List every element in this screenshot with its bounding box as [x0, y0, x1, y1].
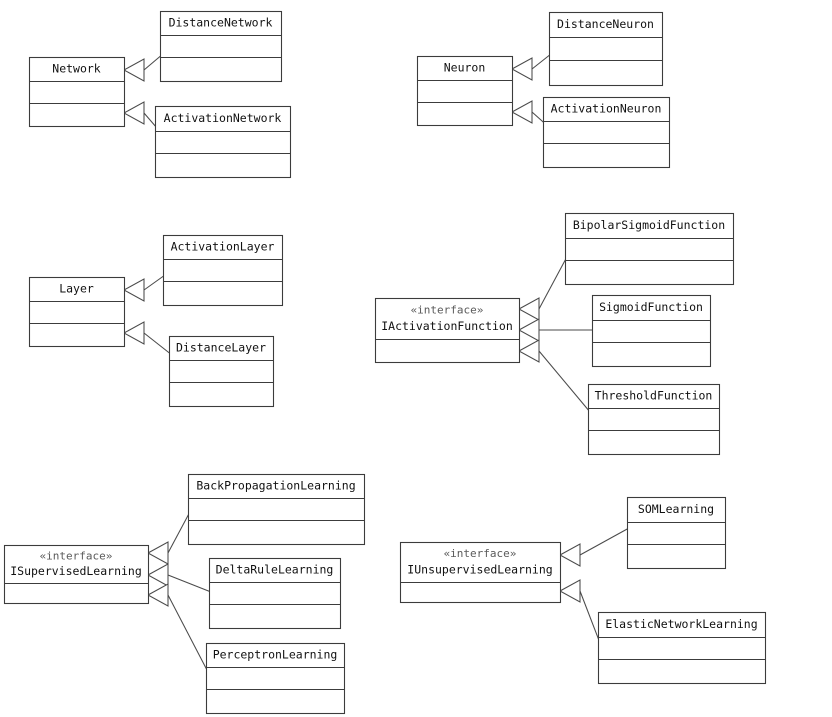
generalization-elastic-network-learning [558, 579, 601, 644]
generalization-arrowhead-icon [558, 543, 581, 567]
class-name-label: Neuron [444, 61, 486, 75]
generalization-sigmoid-function [517, 318, 592, 342]
class-stereotype-label: «interface» [444, 547, 517, 560]
class-name-label: Network [52, 62, 101, 76]
generalization-line [579, 527, 630, 556]
generalization-bipolar-sigmoid-function [517, 252, 570, 321]
generalization-line [538, 252, 570, 310]
generalization-arrowhead-icon [510, 57, 533, 81]
generalization-backpropagation-learning [146, 507, 193, 565]
class-box-activation-neuron[interactable]: ActivationNeuron [542, 96, 671, 169]
class-stereotype-label: «interface» [411, 303, 484, 316]
class-name-label: PerceptronLearning [213, 648, 338, 662]
class-box-iactivation-function[interactable]: «interface» IActivationFunction [374, 297, 521, 364]
class-box-backpropagation-learning[interactable]: BackPropagationLearning [187, 473, 366, 546]
class-name-label: ActivationNeuron [551, 102, 662, 116]
class-name-label: BipolarSigmoidFunction [573, 218, 725, 232]
generalization-arrowhead-icon [517, 297, 540, 321]
generalization-perceptron-learning [146, 583, 209, 673]
class-box-bipolar-sigmoid-function[interactable]: BipolarSigmoidFunction [564, 212, 735, 286]
generalization-threshold-function [517, 339, 591, 413]
generalization-arrowhead-icon [146, 583, 169, 607]
class-box-activation-network[interactable]: ActivationNetwork [154, 105, 292, 179]
class-name-label: IUnsupervisedLearning [407, 563, 552, 577]
class-name-label: IActivationFunction [381, 319, 513, 333]
class-name-label: SigmoidFunction [599, 300, 703, 314]
generalization-arrowhead-icon [122, 321, 145, 345]
class-name-label: ElasticNetworkLearning [605, 617, 757, 631]
class-box-deltarule-learning[interactable]: DeltaRuleLearning [208, 557, 342, 630]
class-name-label: ActivationNetwork [164, 111, 282, 125]
class-name-label: BackPropagationLearning [196, 479, 355, 493]
class-box-activation-layer[interactable]: ActivationLayer [162, 234, 284, 307]
class-box-elastic-network-learning[interactable]: ElasticNetworkLearning [597, 611, 767, 685]
generalization-arrowhead-icon [122, 278, 145, 302]
class-name-label: DistanceNeuron [557, 17, 654, 31]
class-name-label: SOMLearning [638, 502, 714, 516]
class-name-label: ActivationLayer [171, 240, 275, 254]
class-name-label: DistanceLayer [176, 341, 266, 355]
generalization-line [167, 594, 209, 673]
generalization-line [538, 350, 591, 413]
class-box-iunsupervised-learning[interactable]: «interface» IUnsupervisedLearning [399, 541, 562, 604]
class-box-sigmoid-function[interactable]: SigmoidFunction [591, 294, 712, 368]
generalization-arrowhead-icon [558, 579, 581, 603]
generalization-arrowhead-icon [517, 318, 540, 342]
class-box-distance-neuron[interactable]: DistanceNeuron [548, 11, 664, 87]
class-box-isupervised-learning[interactable]: «interface» ISupervisedLearning [3, 544, 150, 605]
class-box-perceptron-learning[interactable]: PerceptronLearning [205, 642, 346, 715]
class-stereotype-label: «interface» [40, 549, 113, 562]
generalization-arrowhead-icon [510, 100, 533, 124]
class-name-label: DeltaRuleLearning [216, 563, 334, 577]
class-name-label: DistanceNetwork [169, 16, 273, 30]
class-box-network[interactable]: Network [28, 56, 126, 128]
generalization-deltarule-learning [146, 563, 212, 593]
generalization-arrowhead-icon [122, 101, 145, 125]
uml-class-diagram: Network DistanceNetwork ActivationNetwork N… [0, 0, 832, 717]
generalization-arrowhead-icon [122, 58, 145, 82]
class-boxes: Network DistanceNetwork ActivationNetwork N… [3, 10, 767, 715]
generalization-som-learning [558, 527, 630, 567]
generalization-line [579, 590, 601, 644]
generalization-arrowhead-icon [146, 563, 169, 587]
class-box-neuron[interactable]: Neuron [416, 55, 514, 127]
generalization-line [167, 574, 212, 593]
generalization-arrowhead-icon [146, 541, 169, 565]
class-box-distance-network[interactable]: DistanceNetwork [159, 10, 283, 83]
class-box-layer[interactable]: Layer [28, 276, 126, 348]
diagram-canvas: Network DistanceNetwork ActivationNetwork N… [3, 10, 767, 715]
class-box-som-learning[interactable]: SOMLearning [626, 496, 727, 570]
class-box-threshold-function[interactable]: ThresholdFunction [587, 383, 721, 456]
class-name-label: ThresholdFunction [595, 389, 713, 403]
generalization-arrowhead-icon [517, 339, 540, 363]
class-box-distance-layer[interactable]: DistanceLayer [168, 335, 275, 408]
class-name-label: ISupervisedLearning [10, 564, 142, 578]
class-name-label: Layer [59, 282, 94, 296]
